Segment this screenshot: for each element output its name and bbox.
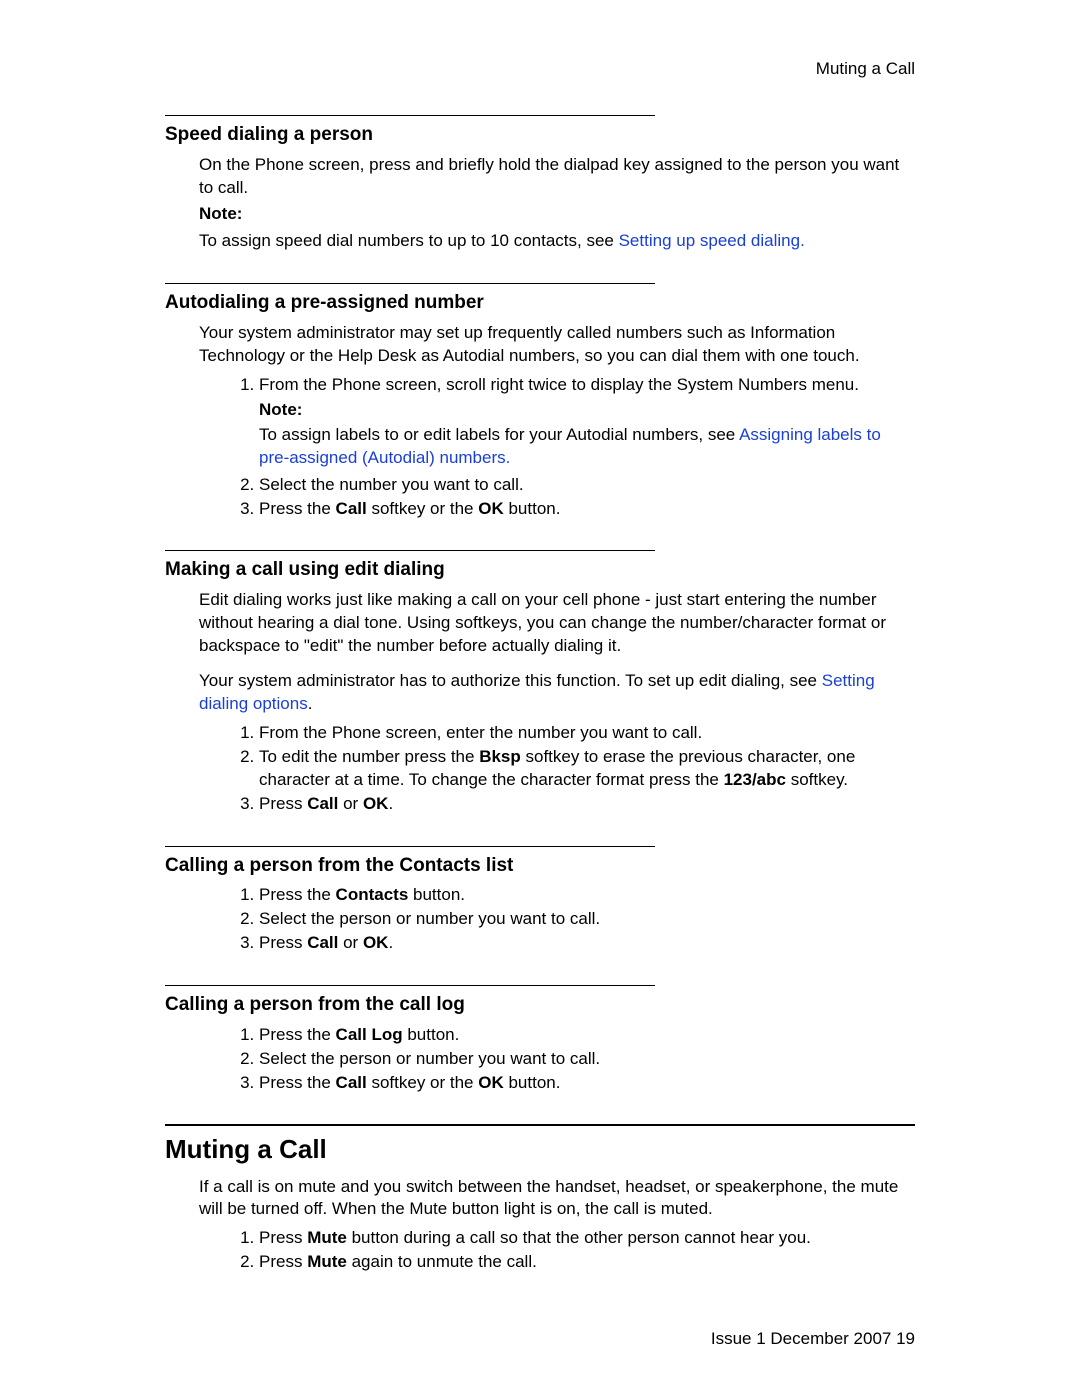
section-rule — [165, 283, 655, 284]
bold-run: Call — [336, 499, 367, 518]
text-run: To assign speed dial numbers to up to 10… — [199, 231, 619, 250]
bold-run: OK — [478, 1073, 504, 1092]
step-item: Press Call or OK. — [259, 932, 915, 955]
section-speed-dialing: Speed dialing a person On the Phone scre… — [165, 115, 915, 253]
note-label: Note: — [199, 203, 915, 226]
major-rule — [165, 1124, 915, 1126]
section-calllog-call: Calling a person from the call log Press… — [165, 985, 915, 1094]
text-run: button. — [504, 1073, 561, 1092]
text-run: . — [388, 794, 393, 813]
step-item: Select the number you want to call. — [259, 474, 915, 497]
text-run: From the Phone screen, scroll right twic… — [259, 375, 859, 394]
ordered-steps: From the Phone screen, enter the number … — [165, 722, 915, 816]
section-heading: Autodialing a pre-assigned number — [165, 290, 915, 316]
section-heading: Making a call using edit dialing — [165, 557, 915, 583]
page-footer: Issue 1 December 2007 19 — [711, 1328, 915, 1351]
bold-run: Call Log — [336, 1025, 403, 1044]
text-run: button. — [504, 499, 561, 518]
note-text: To assign labels to or edit labels for y… — [259, 424, 915, 470]
ordered-steps: From the Phone screen, scroll right twic… — [165, 374, 915, 521]
section-contacts-call: Calling a person from the Contacts list … — [165, 846, 915, 955]
step-item: Press the Call softkey or the OK button. — [259, 1072, 915, 1095]
text-run: button. — [403, 1025, 460, 1044]
step-item: Select the person or number you want to … — [259, 1048, 915, 1071]
step-item: Press Mute again to unmute the call. — [259, 1251, 915, 1274]
text-run: button. — [408, 885, 465, 904]
bold-run: OK — [363, 933, 389, 952]
text-run: button during a call so that the other p… — [347, 1228, 811, 1247]
text-run: softkey or the — [367, 499, 479, 518]
paragraph: Your system administrator has to authori… — [199, 670, 915, 716]
link-speed-dial-setup[interactable]: Setting up speed dialing. — [619, 231, 805, 250]
text-run: Your system administrator has to authori… — [199, 671, 822, 690]
section-rule — [165, 550, 655, 551]
section-heading: Calling a person from the Contacts list — [165, 853, 915, 879]
text-run: or — [338, 933, 363, 952]
bold-run: Call — [307, 794, 338, 813]
bold-run: Call — [307, 933, 338, 952]
step-item: Press Call or OK. — [259, 793, 915, 816]
paragraph: If a call is on mute and you switch betw… — [199, 1176, 915, 1222]
text-run: . — [388, 933, 393, 952]
text-run: again to unmute the call. — [347, 1252, 537, 1271]
text-run: Press — [259, 794, 307, 813]
text-run: To edit the number press the — [259, 747, 479, 766]
bold-run: Contacts — [336, 885, 409, 904]
section-muting: Muting a Call If a call is on mute and y… — [165, 1124, 915, 1274]
bold-run: OK — [478, 499, 504, 518]
section-heading: Calling a person from the call log — [165, 992, 915, 1018]
section-heading: Speed dialing a person — [165, 122, 915, 148]
section-rule — [165, 985, 655, 986]
paragraph: On the Phone screen, press and briefly h… — [199, 154, 915, 200]
text-run: or — [338, 794, 363, 813]
section-edit-dialing: Making a call using edit dialing Edit di… — [165, 550, 915, 815]
bold-run: 123/abc — [724, 770, 786, 789]
text-run: Press — [259, 933, 307, 952]
text-run: To assign labels to or edit labels for y… — [259, 425, 739, 444]
step-item: From the Phone screen, enter the number … — [259, 722, 915, 745]
step-item: Press the Contacts button. — [259, 884, 915, 907]
bold-run: Mute — [307, 1252, 347, 1271]
section-rule — [165, 846, 655, 847]
step-item: Press the Call softkey or the OK button. — [259, 498, 915, 521]
paragraph: Your system administrator may set up fre… — [199, 322, 915, 368]
note-label: Note: — [259, 399, 915, 422]
note-text: To assign speed dial numbers to up to 10… — [199, 230, 915, 253]
step-item: To edit the number press the Bksp softke… — [259, 746, 915, 792]
paragraph: Edit dialing works just like making a ca… — [199, 589, 915, 658]
ordered-steps: Press the Contacts button. Select the pe… — [165, 884, 915, 955]
section-rule — [165, 115, 655, 116]
text-run: Press the — [259, 499, 336, 518]
ordered-steps: Press Mute button during a call so that … — [165, 1227, 915, 1274]
text-run: Press — [259, 1252, 307, 1271]
major-heading: Muting a Call — [165, 1132, 915, 1167]
text-run: softkey. — [786, 770, 848, 789]
section-autodialing: Autodialing a pre-assigned number Your s… — [165, 283, 915, 520]
text-run: softkey or the — [367, 1073, 479, 1092]
document-page: Muting a Call Speed dialing a person On … — [0, 0, 1080, 1397]
step-item: From the Phone screen, scroll right twic… — [259, 374, 915, 470]
step-item: Press Mute button during a call so that … — [259, 1227, 915, 1250]
ordered-steps: Press the Call Log button. Select the pe… — [165, 1024, 915, 1095]
bold-run: Call — [336, 1073, 367, 1092]
bold-run: OK — [363, 794, 389, 813]
text-run: Press the — [259, 1073, 336, 1092]
bold-run: Mute — [307, 1228, 347, 1247]
text-run: Press — [259, 1228, 307, 1247]
text-run: . — [308, 694, 313, 713]
text-run: Press the — [259, 1025, 336, 1044]
step-item: Select the person or number you want to … — [259, 908, 915, 931]
text-run: Press the — [259, 885, 336, 904]
bold-run: Bksp — [479, 747, 521, 766]
running-header: Muting a Call — [165, 58, 915, 81]
step-item: Press the Call Log button. — [259, 1024, 915, 1047]
